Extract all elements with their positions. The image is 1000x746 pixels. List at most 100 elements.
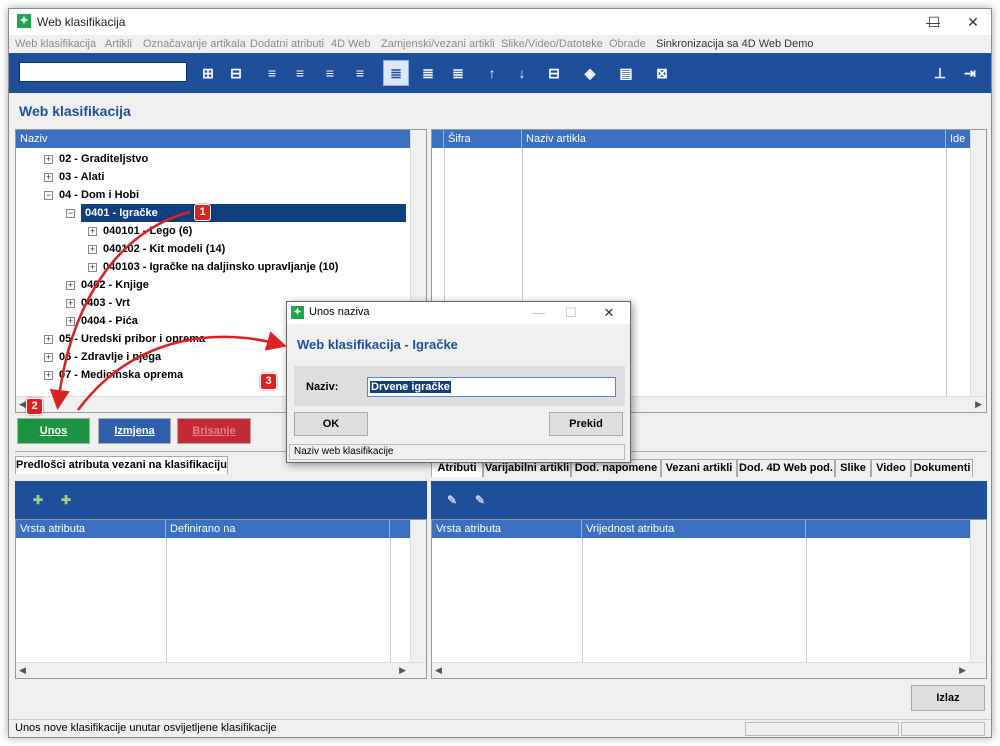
menu-4d-web[interactable]: 4D Web xyxy=(331,38,371,50)
tree-item[interactable]: −04 - Dom i Hobi xyxy=(44,186,139,204)
expand-icon[interactable]: + xyxy=(44,352,53,362)
tree-item[interactable]: +06 - Zdravlje i njega xyxy=(44,348,161,366)
edit-attribute-icon[interactable]: ✎ xyxy=(441,489,463,511)
settings-pole-icon[interactable]: ⊥ xyxy=(929,62,951,84)
naziv-label: Naziv: xyxy=(306,381,339,393)
expand-icon[interactable]: + xyxy=(44,334,53,344)
templates-vscroll[interactable] xyxy=(410,520,426,662)
list-refresh-icon[interactable]: ≡ xyxy=(349,62,371,84)
close-button[interactable]: ✕ xyxy=(953,11,991,33)
right-toolbar: ✎ ✎ xyxy=(431,481,987,519)
collapse-icon[interactable]: − xyxy=(44,190,53,200)
tree-structure-icon[interactable]: ⊟ xyxy=(543,62,565,84)
attributes-hscroll[interactable]: ◀ ▶ xyxy=(432,662,986,678)
step-badge-2: 2 xyxy=(26,398,43,415)
tree-item[interactable]: +07 - Medicinska oprema xyxy=(44,366,183,384)
tree-item[interactable]: +0404 - Pića xyxy=(66,312,138,330)
scroll-left-icon[interactable]: ◀ xyxy=(19,399,26,410)
unos-button[interactable]: Unos xyxy=(17,418,90,444)
view-detail-icon[interactable]: ≣ xyxy=(417,62,439,84)
menu-zamjenski[interactable]: Zamjenski/vezani artikli xyxy=(381,38,495,50)
tree-item[interactable]: +040101 - Lego (6) xyxy=(88,222,192,240)
expand-icon[interactable]: + xyxy=(66,316,75,326)
list-move-icon[interactable]: ≡ xyxy=(261,62,283,84)
tree-item[interactable]: +02 - Graditeljstvo xyxy=(44,150,148,168)
col-vrijednost-atributa[interactable]: Vrijednost atributa xyxy=(582,520,806,538)
attributes-vscroll[interactable] xyxy=(970,520,986,662)
menu-slike[interactable]: Slike/Video/Datoteke xyxy=(501,38,603,50)
col-ide[interactable]: Ide xyxy=(946,130,970,148)
templates-hscroll[interactable]: ◀ ▶ xyxy=(16,662,426,678)
exit-icon[interactable]: ⇥ xyxy=(959,62,981,84)
tree-item[interactable]: +03 - Alati xyxy=(44,168,104,186)
izlaz-button[interactable]: Izlaz xyxy=(911,685,985,711)
articles-vscroll[interactable] xyxy=(970,130,986,396)
tree-item-selected[interactable]: −0401 - Igračke xyxy=(66,204,412,222)
tab-dokumenti[interactable]: Dokumenti xyxy=(911,459,973,477)
dialog-close-button[interactable]: ✕ xyxy=(589,302,629,324)
arrow-down-icon[interactable]: ↓ xyxy=(511,62,533,84)
maximize-button[interactable]: ☐ xyxy=(919,11,949,33)
collapse-icon[interactable]: − xyxy=(66,208,75,218)
izmjena-button[interactable]: Izmjena xyxy=(98,418,171,444)
col-naziv-artikla[interactable]: Naziv artikla xyxy=(522,130,946,148)
menu-sinkronizacija[interactable]: Sinkronizacija sa 4D Web Demo xyxy=(656,38,814,50)
scroll-left-icon[interactable]: ◀ xyxy=(19,665,26,676)
add-template-alt-icon[interactable]: ✚ xyxy=(55,489,77,511)
tree-item[interactable]: +05 - Uredski pribor i oprema xyxy=(44,330,205,348)
ok-button[interactable]: OK xyxy=(294,412,368,436)
brisanje-button[interactable]: Brisanje xyxy=(177,418,251,444)
expand-icon[interactable]: + xyxy=(88,244,97,254)
col-definirano-na[interactable]: Definirano na xyxy=(166,520,390,538)
tab-dod-4d-web[interactable]: Dod. 4D Web pod. xyxy=(737,459,835,477)
menu-web-klasifikacija[interactable]: Web klasifikacija xyxy=(15,38,96,50)
cancel-box-icon[interactable]: ⊠ xyxy=(651,62,673,84)
scroll-right-icon[interactable]: ▶ xyxy=(399,665,406,676)
search-input[interactable] xyxy=(19,62,187,82)
tree-add-child-icon[interactable]: ⊟ xyxy=(225,62,247,84)
add-template-icon[interactable]: ✚ xyxy=(27,489,49,511)
view-list-icon[interactable]: ≣ xyxy=(383,60,409,86)
tree-add-icon[interactable]: ⊞ xyxy=(197,62,219,84)
expand-icon[interactable]: + xyxy=(44,154,53,164)
tree-item[interactable]: +0403 - Vrt xyxy=(66,294,130,312)
list-remove-icon[interactable]: ≡ xyxy=(319,62,341,84)
list-move-all-icon[interactable]: ≡ xyxy=(289,62,311,84)
tab-slike[interactable]: Slike xyxy=(835,459,871,477)
tab-video[interactable]: Video xyxy=(871,459,911,477)
tab-vezani-artikli[interactable]: Vezani artikli xyxy=(661,459,737,477)
col-vrsta-atributa[interactable]: Vrsta atributa xyxy=(16,520,166,538)
expand-icon[interactable]: + xyxy=(88,262,97,272)
articles-header: Šifra Naziv artikla Ide xyxy=(432,130,970,148)
app-icon: ✦ xyxy=(291,306,304,319)
arrow-up-icon[interactable]: ↑ xyxy=(481,62,503,84)
step-badge-3: 3 xyxy=(260,373,277,390)
scroll-left-icon[interactable]: ◀ xyxy=(435,665,442,676)
expand-icon[interactable]: + xyxy=(66,298,75,308)
edit-attribute-alt-icon[interactable]: ✎ xyxy=(469,489,491,511)
naziv-input[interactable]: Drvene igračke xyxy=(367,377,616,397)
prekid-button[interactable]: Prekid xyxy=(549,412,623,436)
scroll-right-icon[interactable]: ▶ xyxy=(959,665,966,676)
expand-icon[interactable]: + xyxy=(88,226,97,236)
menu-oznacavanje[interactable]: Označavanje artikala xyxy=(143,38,246,50)
expand-icon[interactable]: + xyxy=(44,370,53,380)
tree-item[interactable]: +040103 - Igračke na daljinsko upravljan… xyxy=(88,258,338,276)
tab-predlosci[interactable]: Predlošci atributa vezani na klasifikaci… xyxy=(15,456,228,474)
expand-icon[interactable]: + xyxy=(66,280,75,290)
expand-icon[interactable]: + xyxy=(44,172,53,182)
tag-icon[interactable]: ◈ xyxy=(579,62,601,84)
col-sifra[interactable]: Šifra xyxy=(444,130,522,148)
menu-artikli[interactable]: Artikli xyxy=(105,38,132,50)
tree-item[interactable]: +040102 - Kit modeli (14) xyxy=(88,240,225,258)
view-compact-icon[interactable]: ≣ xyxy=(447,62,469,84)
scroll-right-icon[interactable]: ▶ xyxy=(975,399,982,410)
col-vrsta-atributa[interactable]: Vrsta atributa xyxy=(432,520,582,538)
status-bar: Unos nove klasifikacije unutar osvijetlj… xyxy=(9,719,991,737)
menu-bar: Web klasifikacija Artikli Označavanje ar… xyxy=(9,35,991,53)
tree-item[interactable]: +0402 - Knjige xyxy=(66,276,149,294)
menu-dodatni-atributi[interactable]: Dodatni atributi xyxy=(250,38,324,50)
menu-obrade[interactable]: Obrade xyxy=(609,38,646,50)
document-icon[interactable]: ▤ xyxy=(615,62,637,84)
dialog-maximize-button[interactable]: ☐ xyxy=(551,302,591,324)
